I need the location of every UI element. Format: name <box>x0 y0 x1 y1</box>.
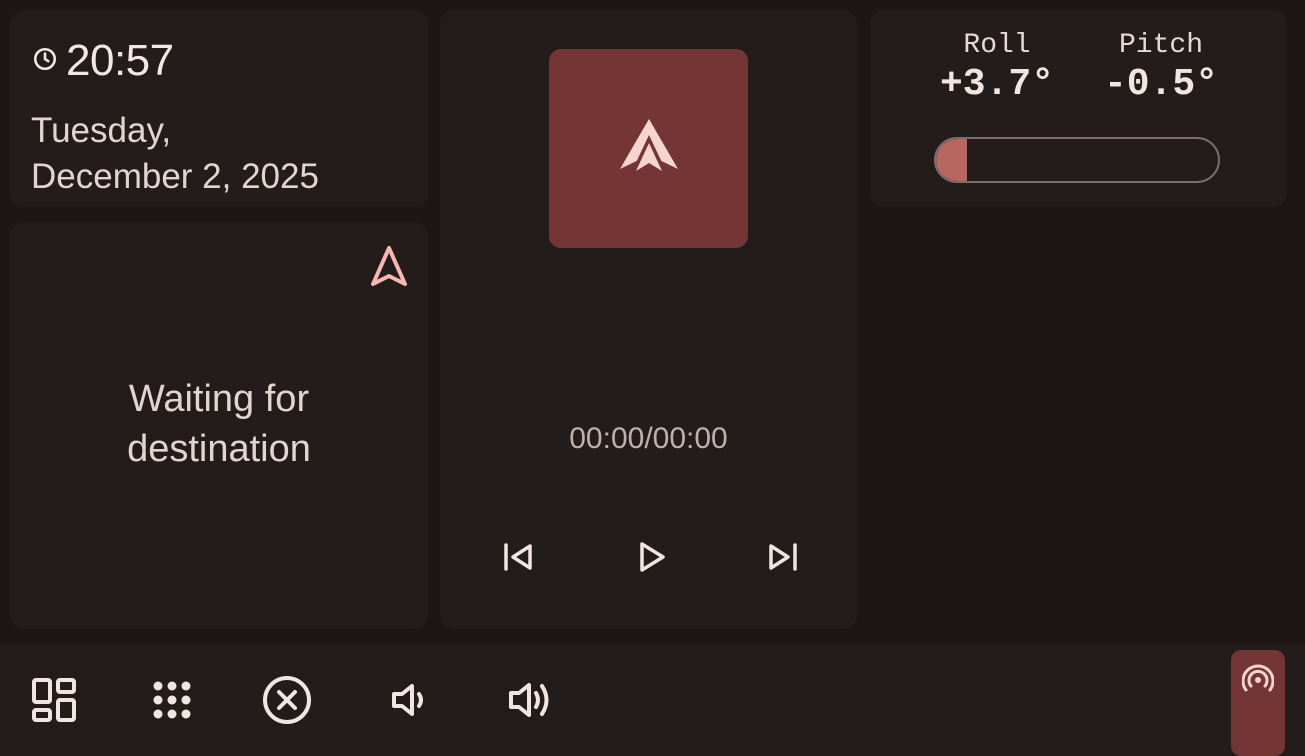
close-button[interactable] <box>259 674 315 730</box>
dashboard-button[interactable] <box>26 674 82 730</box>
app-grid-button[interactable] <box>144 674 200 730</box>
pitch-column: Pitch -0.5° <box>1096 30 1226 106</box>
assistant-button[interactable] <box>1231 650 1285 756</box>
dashboard-icon <box>30 676 78 729</box>
skip-previous-icon <box>500 539 536 580</box>
bottom-bar <box>0 644 1305 756</box>
play-button[interactable] <box>629 537 673 581</box>
navigation-arrow-icon <box>368 244 410 295</box>
media-card: 00:00/00:00 <box>440 10 857 629</box>
volume-up-icon <box>505 675 555 730</box>
navigation-status: Waiting for destination <box>127 378 311 470</box>
assistant-broadcast-icon <box>1241 650 1275 756</box>
skip-next-button[interactable] <box>761 537 805 581</box>
clock-card: 20:57 Tuesday, December 2, 2025 <box>10 10 428 207</box>
app-grid-icon <box>150 678 194 727</box>
tilt-card: Roll +3.7° Pitch -0.5° <box>870 10 1287 207</box>
skip-previous-button[interactable] <box>496 537 540 581</box>
clock-icon <box>32 46 66 77</box>
clock-date: Tuesday, December 2, 2025 <box>31 111 319 196</box>
volume-down-button[interactable] <box>380 674 436 730</box>
volume-down-icon <box>386 678 430 727</box>
album-art[interactable] <box>549 49 748 248</box>
tilt-level-bar <box>934 137 1220 183</box>
roll-label: Roll <box>963 30 1031 61</box>
tilt-level-fill <box>936 139 968 181</box>
roll-value: +3.7° <box>939 63 1055 106</box>
close-circle-icon <box>261 674 313 731</box>
volume-up-button[interactable] <box>502 674 558 730</box>
navigation-card[interactable]: Waiting for destination <box>10 222 428 629</box>
media-progress-text: 00:00/00:00 <box>569 422 728 455</box>
clock-time: 20:57 <box>66 36 174 85</box>
android-auto-icon <box>616 113 682 184</box>
time-row: 20:57 <box>32 36 174 86</box>
pitch-label: Pitch <box>1118 30 1203 61</box>
play-icon <box>633 539 669 580</box>
skip-next-icon <box>765 539 801 580</box>
pitch-value: -0.5° <box>1103 63 1219 106</box>
roll-column: Roll +3.7° <box>932 30 1062 106</box>
